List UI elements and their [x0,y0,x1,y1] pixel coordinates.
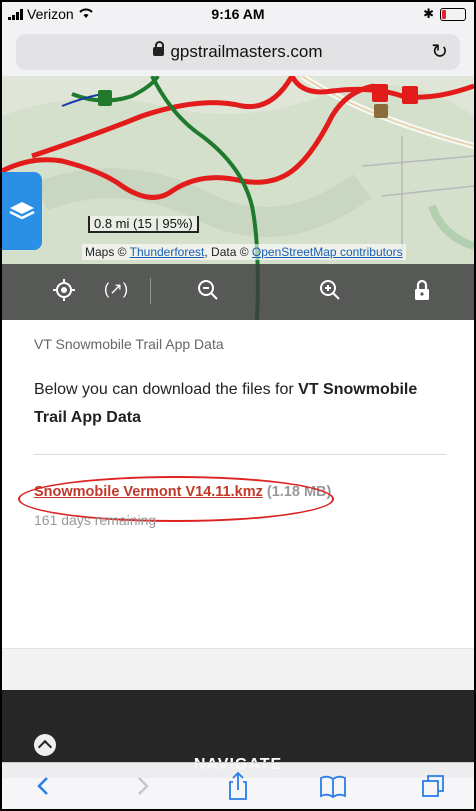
osm-link[interactable]: OpenStreetMap contributors [252,245,403,259]
battery-icon [440,7,466,21]
download-description: Below you can download the files for VT … [34,381,418,426]
zoom-in-icon[interactable] [316,276,344,304]
page-band [2,648,474,691]
lock-map-icon[interactable] [408,276,436,304]
back-icon[interactable] [32,771,56,801]
bluetooth-icon: ✱ [423,6,434,21]
browser-toolbar [2,762,474,809]
layers-icon [9,202,35,220]
bookmarks-icon[interactable] [318,771,348,801]
track-icon[interactable]: (↗) [102,276,130,304]
url-host: gpstrailmasters.com [170,42,323,61]
map-toolbar: (↗) [2,264,474,320]
divider [34,454,446,455]
locate-icon[interactable] [50,276,78,304]
zoom-out-icon[interactable] [194,276,222,304]
clock: 9:16 AM [211,6,265,22]
forward-icon[interactable] [130,771,154,801]
days-remaining: 161 days remaining [34,512,157,528]
share-icon[interactable] [224,771,252,801]
map-attribution: Maps © Thunderforest, Data © OpenStreetM… [82,244,406,260]
tabs-icon[interactable] [418,771,448,801]
status-bar: Verizon 9:16 AM ✱ [2,2,474,28]
thunderforest-link[interactable]: Thunderforest [130,245,205,259]
trail-map[interactable]: 0.8 mi (15 | 95%) Maps © Thunderforest, … [2,76,474,320]
layers-button[interactable] [2,172,42,250]
address-bar[interactable]: gpstrailmasters.com ↻ [16,34,460,70]
breadcrumb: VT Snowmobile Trail App Data [34,336,224,352]
reload-icon[interactable]: ↻ [431,39,448,64]
scroll-top-icon[interactable] [34,734,56,756]
map-scale: 0.8 mi (15 | 95%) [88,216,199,233]
address-bar-area: gpstrailmasters.com ↻ [2,28,474,76]
phone-screen: Verizon 9:16 AM ✱ gpstrailmasters.com ↻ [0,0,476,811]
divider [150,278,151,304]
lock-icon [153,41,165,57]
